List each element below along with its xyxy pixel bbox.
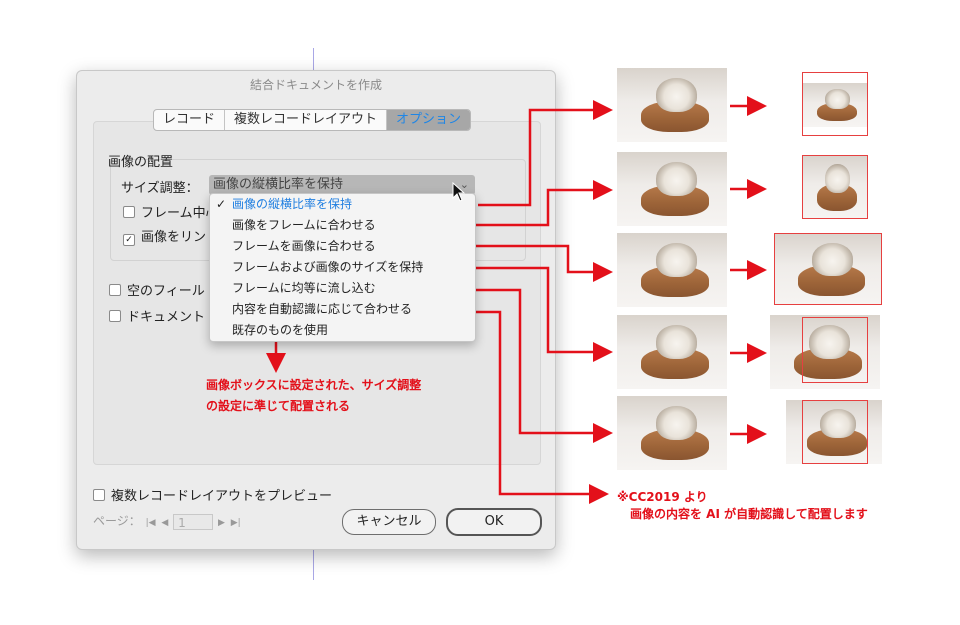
dropdown-item-fit-image-to-frame[interactable]: 画像をフレームに合わせる bbox=[210, 215, 475, 236]
tab-record[interactable]: レコード bbox=[154, 110, 226, 130]
dropdown-item-keep-frame-and-image[interactable]: フレームおよび画像のサイズを保持 bbox=[210, 257, 475, 278]
tab-options[interactable]: オプション bbox=[387, 110, 471, 130]
tab-multi-record-layout[interactable]: 複数レコードレイアウト bbox=[225, 110, 388, 130]
tab-bar: レコード 複数レコードレイアウト オプション bbox=[153, 109, 472, 131]
dropdown-item-keep-aspect[interactable]: ✓ 画像の縦横比率を保持 bbox=[210, 194, 475, 215]
annotation-arrows bbox=[266, 96, 767, 504]
dropdown-item-fit-frame-to-image[interactable]: フレームを画像に合わせる bbox=[210, 236, 475, 257]
mouse-cursor-icon bbox=[452, 182, 466, 202]
dropdown-item-content-aware-fit[interactable]: 内容を自動認識に応じて合わせる bbox=[210, 299, 475, 320]
dropdown-item-use-existing[interactable]: 既存のものを使用 bbox=[210, 320, 475, 341]
checkmark-icon: ✓ bbox=[216, 197, 227, 211]
dropdown-item-fill-frame[interactable]: フレームに均等に流し込む bbox=[210, 278, 475, 299]
size-adjust-dropdown-menu: ✓ 画像の縦横比率を保持 画像をフレームに合わせる フレームを画像に合わせる フレ… bbox=[209, 193, 476, 342]
